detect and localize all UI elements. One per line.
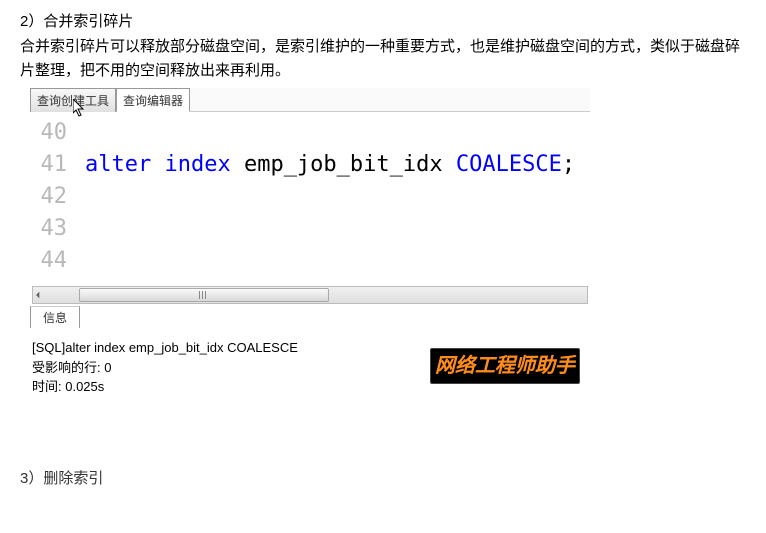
line-number: 40	[30, 120, 85, 145]
tab-query-builder-label: 查询创建工具	[37, 92, 109, 109]
tabs-filler	[190, 88, 590, 112]
section-3-heading: 3）删除索引	[20, 467, 746, 488]
section-2-description: 合并索引碎片可以释放部分磁盘空间，是索引维护的一种重要方式，也是维护磁盘空间的方…	[20, 35, 746, 83]
horizontal-scrollbar[interactable]	[32, 286, 588, 304]
code-line: 42	[30, 184, 590, 216]
tab-info[interactable]: 信息	[30, 306, 80, 328]
info-panel: [SQL]alter index emp_job_bit_idx COALESC…	[30, 328, 590, 407]
line-number: 42	[30, 184, 85, 209]
scroll-thumb[interactable]	[79, 288, 329, 302]
code-editor[interactable]: 40 41alter index emp_job_bit_idx COALESCE…	[30, 112, 590, 282]
code-line: 43	[30, 216, 590, 248]
code-line: 41alter index emp_job_bit_idx COALESCE;	[30, 152, 590, 184]
watermark-text: 网络工程师助手	[435, 355, 575, 377]
code-content: alter index emp_job_bit_idx COALESCE;	[85, 152, 575, 177]
tab-query-builder[interactable]: 查询创建工具	[30, 88, 116, 112]
scroll-left-icon	[36, 288, 40, 302]
editor-tabs-row: 查询创建工具 查询编辑器	[30, 88, 590, 112]
code-line: 40	[30, 120, 590, 152]
tab-query-editor-label: 查询编辑器	[123, 92, 183, 109]
watermark-badge: 网络工程师助手	[430, 348, 580, 384]
section-2-heading: 2）合并索引碎片	[20, 10, 746, 31]
line-number: 44	[30, 248, 85, 273]
code-line: 44	[30, 248, 590, 280]
tab-query-editor[interactable]: 查询编辑器	[116, 88, 190, 112]
sql-editor-container: 查询创建工具 查询编辑器 40 41alter index emp_job_bit…	[30, 88, 590, 407]
line-number: 41	[30, 152, 85, 177]
result-tabs-row: 信息	[30, 306, 590, 328]
line-number: 43	[30, 216, 85, 241]
tab-info-label: 信息	[43, 311, 67, 325]
